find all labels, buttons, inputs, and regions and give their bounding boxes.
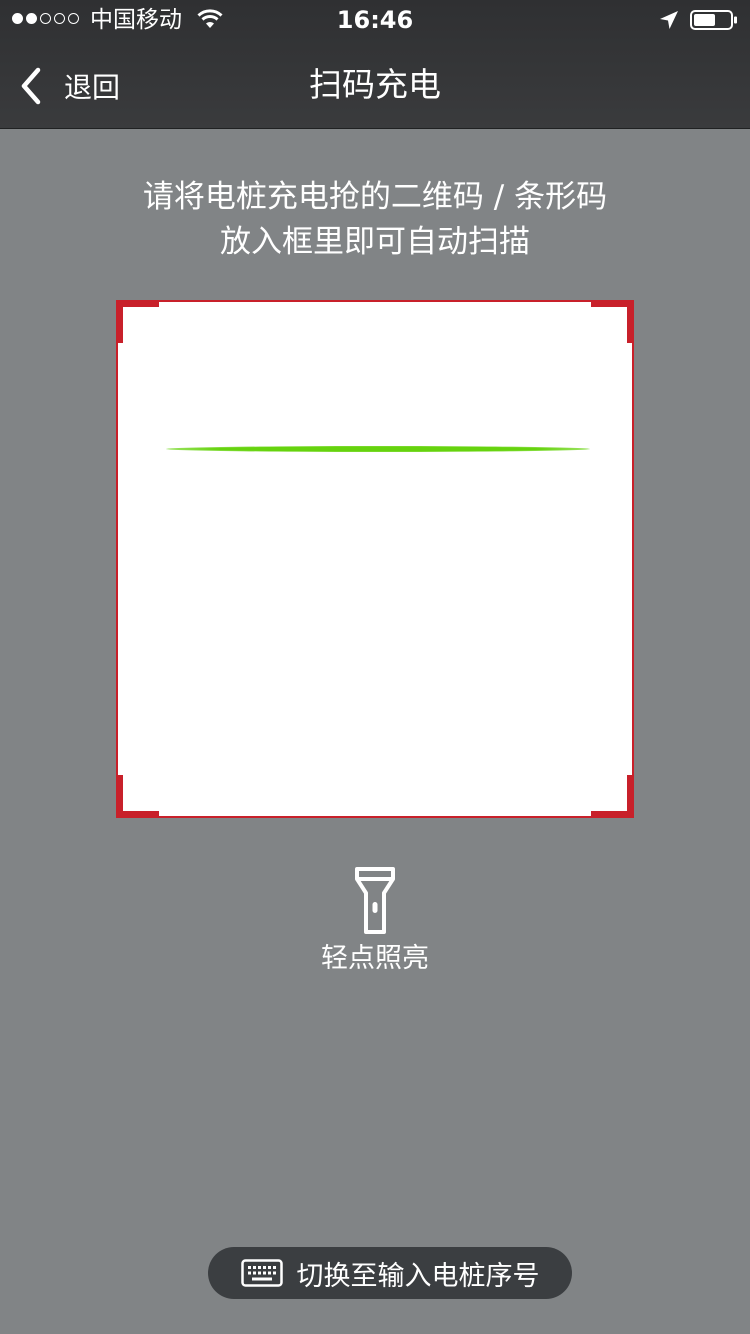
manual-entry-button[interactable]: 切换至输入电桩序号 xyxy=(208,1247,572,1299)
location-arrow-icon xyxy=(660,11,678,29)
header: 中国移动 16:46 退回 扫码充电 xyxy=(0,0,750,129)
instruction-line-1: 请将电桩充电抢的二维码 / 条形码 xyxy=(142,179,608,215)
battery-icon xyxy=(690,10,737,30)
instruction-line-2: 放入框里即可自动扫描 xyxy=(220,224,530,260)
status-bar: 中国移动 16:46 xyxy=(0,0,750,40)
frame-corner-top-left xyxy=(116,300,159,343)
page-title: 扫码充电 xyxy=(309,65,441,104)
status-time: 16:46 xyxy=(336,6,414,34)
scan-line xyxy=(166,446,590,452)
frame-corner-bottom-right xyxy=(591,775,634,818)
frame-corner-top-right xyxy=(591,300,634,343)
flashlight-button[interactable]: 轻点照亮 xyxy=(305,866,445,982)
manual-entry-label: 切换至输入电桩序号 xyxy=(296,1260,540,1292)
flashlight-icon xyxy=(355,867,395,934)
scan-instructions: 请将电桩充电抢的二维码 / 条形码 放入框里即可自动扫描 xyxy=(0,175,750,265)
frame-corner-bottom-left xyxy=(116,775,159,818)
flashlight-label: 轻点照亮 xyxy=(321,943,429,974)
keyboard-icon xyxy=(240,1259,283,1287)
scan-frame xyxy=(116,300,634,818)
